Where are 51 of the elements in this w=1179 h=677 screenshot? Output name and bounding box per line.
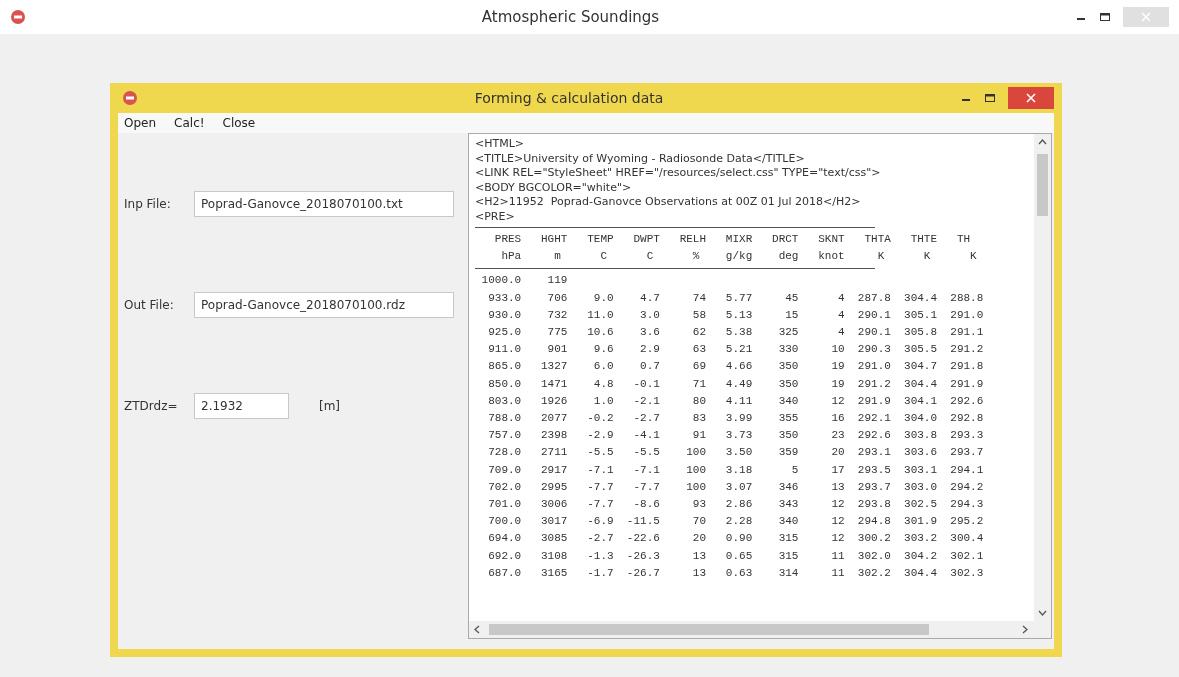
text-line: <HTML> bbox=[475, 137, 526, 152]
text-line: 692.0 3108 -1.3 -26.3 13 0.65 315 11 302.0 304.2 302.1 bbox=[487, 548, 985, 564]
input-field[interactable]: Poprad-Ganovce_2018070100.txt bbox=[194, 191, 454, 217]
scrollbar-thumb[interactable] bbox=[489, 624, 929, 635]
menu-item[interactable]: Open bbox=[124, 114, 157, 132]
text-line: 803.0 1926 1.0 -2.1 80 4.11 340 12 291.9 304.1 292.6 bbox=[487, 393, 985, 409]
text-line: 850.0 1471 4.8 -0.1 71 4.49 350 19 291.2 304.4 291.9 bbox=[487, 376, 985, 392]
text-line: 757.0 2398 -2.9 -4.1 91 3.73 350 23 292.6 303.8 293.3 bbox=[487, 428, 985, 444]
text-line: <BODY BGCOLOR="white"> bbox=[475, 180, 633, 195]
text-line: 930.0 732 11.0 3.0 58 5.13 15 4 290.1 305.1 291.0 bbox=[487, 307, 985, 323]
close-icon bbox=[1023, 91, 1039, 105]
app-icon bbox=[10, 9, 26, 25]
field-label: Inp File: bbox=[124, 196, 172, 213]
text-line: hPa m C C % g/kg deg knot K K K bbox=[500, 249, 978, 265]
app-icon bbox=[122, 90, 138, 106]
text-line: 702.0 2995 -7.7 -7.7 100 3.07 346 13 293.7 303.0 294.2 bbox=[487, 479, 985, 495]
text-line: 933.0 706 9.0 4.7 74 5.77 45 4 287.8 304.4 288.8 bbox=[487, 290, 985, 306]
maximize-icon[interactable] bbox=[1099, 11, 1111, 23]
menu-item[interactable]: Close bbox=[222, 114, 256, 132]
text-line: 865.0 1327 6.0 0.7 69 4.66 350 19 291.0 304.7 291.8 bbox=[487, 359, 985, 375]
text-line: PRES HGHT TEMP DWPT RELH MIXR DRCT SKNT THTA THTE TH bbox=[493, 232, 972, 247]
text-line: 1000.0 119 bbox=[480, 273, 569, 289]
scroll-left-icon[interactable] bbox=[473, 625, 481, 634]
window-title: Atmospheric Soundings bbox=[480, 6, 661, 28]
field-label: ZTDrdz= bbox=[124, 398, 179, 415]
input-field[interactable]: Poprad-Ganovce_2018070100.rdz bbox=[194, 292, 454, 318]
scroll-up-icon[interactable] bbox=[1038, 138, 1047, 146]
text-line: 709.0 2917 -7.1 -7.1 100 3.18 5 17 293.5 303.1 294.1 bbox=[487, 462, 985, 478]
scroll-right-icon[interactable] bbox=[1021, 625, 1029, 634]
input-field[interactable]: 2.1932 bbox=[194, 393, 289, 419]
text-line: 911.0 901 9.6 2.9 63 5.21 330 10 290.3 305.5 291.2 bbox=[487, 342, 985, 358]
text-line: 701.0 3006 -7.7 -8.6 93 2.86 343 12 293.8 302.5 294.3 bbox=[487, 497, 985, 513]
text-line: 687.0 3165 -1.7 -26.7 13 0.63 314 11 302.2 304.4 302.3 bbox=[487, 565, 985, 581]
text-line: 728.0 2711 -5.5 -5.5 100 3.50 359 20 293.1 303.6 293.7 bbox=[487, 445, 985, 461]
text-line: 694.0 3085 -2.7 -22.6 20 0.90 315 12 300.2 303.2 300.4 bbox=[487, 531, 985, 547]
dialog-title: Forming & calculation data bbox=[473, 88, 665, 108]
text-line: <TITLE>University of Wyoming - Radiosonde Data</TITLE> bbox=[475, 151, 806, 166]
text-line: <H2>11952 Poprad-Ganovce Observations at 00Z 01 Jul 2018</H2> bbox=[475, 195, 862, 210]
scroll-down-icon[interactable] bbox=[1038, 609, 1047, 617]
maximize-icon[interactable] bbox=[984, 92, 996, 104]
field-label: Out File: bbox=[124, 297, 175, 314]
scrollbar-thumb[interactable] bbox=[1037, 154, 1048, 216]
text-line: 788.0 2077 -0.2 -2.7 83 3.99 355 16 292.1 304.0 292.8 bbox=[487, 411, 985, 427]
text-line: 925.0 775 10.6 3.6 62 5.38 325 4 290.1 305.8 291.1 bbox=[487, 325, 985, 340]
text-area[interactable] bbox=[468, 133, 1052, 639]
text-line: <PRE> bbox=[475, 209, 516, 224]
text-line: 700.0 3017 -6.9 -11.5 70 2.28 340 12 294.8 301.9 295.2 bbox=[487, 514, 985, 530]
menu-item[interactable]: Calc! bbox=[174, 114, 205, 132]
text-line: <LINK REL="StyleSheet" HREF="/resources/select.css" TYPE="text/css"> bbox=[475, 166, 882, 181]
close-icon bbox=[1138, 10, 1154, 24]
unit-label: [m] bbox=[319, 398, 341, 415]
